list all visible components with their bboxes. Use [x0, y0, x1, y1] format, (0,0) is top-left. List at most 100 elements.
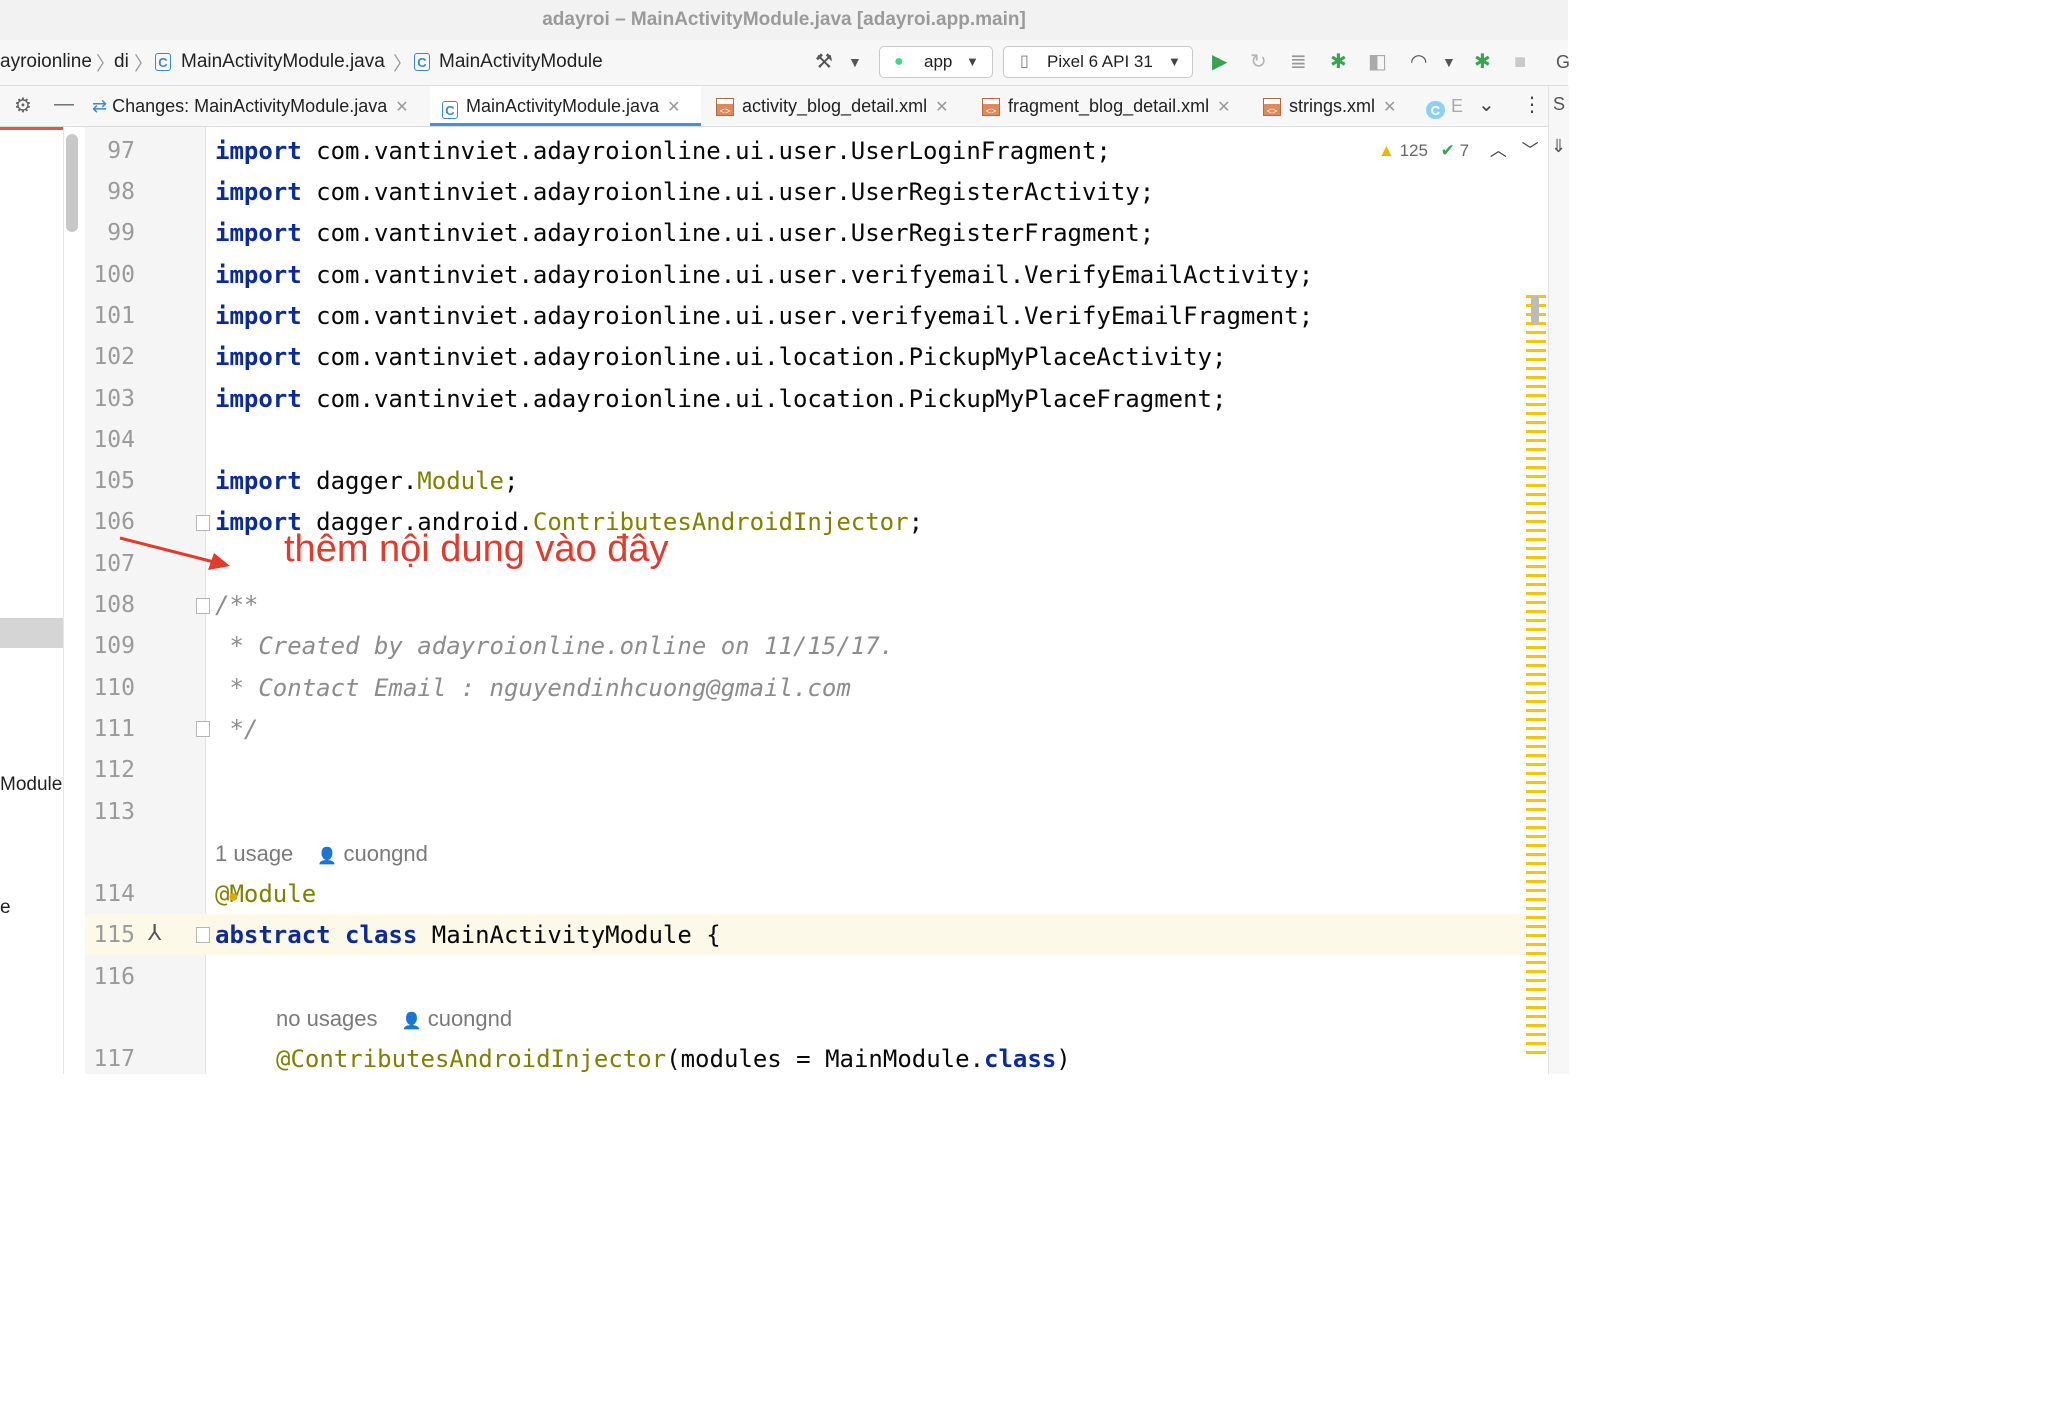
- close-icon[interactable]: ✕: [667, 99, 680, 116]
- side-tool-s-icon[interactable]: S: [1553, 94, 1565, 115]
- attach-debugger-icon[interactable]: ◧: [1368, 51, 1387, 73]
- fold-marker[interactable]: [196, 927, 210, 943]
- chevron-down-icon: ▼: [1168, 54, 1181, 69]
- chevron-down-icon[interactable]: ▼: [848, 51, 862, 73]
- more-options-icon[interactable]: ⋮: [1522, 94, 1542, 116]
- comment-line[interactable]: * Created by adayroionline.online on 11/…: [215, 632, 894, 660]
- keyword: import: [215, 261, 302, 289]
- code-line[interactable]: @ContributesAndroidInjector(modules = Ma…: [276, 1045, 1071, 1073]
- user-icon: 👤: [317, 848, 338, 865]
- tree-item-module[interactable]: Module: [0, 774, 62, 796]
- window-title: adayroi – MainActivityModule.java [adayr…: [0, 0, 1568, 40]
- comment-line[interactable]: * Contact Email : nguyendinhcuong@gmail.…: [215, 674, 850, 702]
- code-text: ;: [908, 508, 924, 536]
- editor-scroll-thumb[interactable]: [1531, 295, 1539, 325]
- project-panel-scrollbar[interactable]: [66, 134, 78, 232]
- profile-icon[interactable]: ◠: [1410, 51, 1427, 73]
- tree-item-partial[interactable]: e: [0, 897, 11, 919]
- close-icon[interactable]: ✕: [935, 99, 948, 116]
- inspection-widget[interactable]: ▲ 125 ✔ 7 ︿ ﹀: [1378, 136, 1539, 161]
- tab-list-chevron-icon[interactable]: ⌄: [1478, 94, 1495, 116]
- collapse-icon[interactable]: —: [54, 93, 74, 115]
- class-icon: C: [414, 53, 430, 71]
- close-icon[interactable]: ✕: [395, 99, 408, 116]
- apply-changes-icon[interactable]: ↻: [1250, 51, 1267, 73]
- breadcrumb-project[interactable]: ayroionline: [0, 51, 92, 73]
- comment-line[interactable]: */: [215, 715, 258, 743]
- build-hammer-icon[interactable]: ⚒: [815, 51, 833, 73]
- debug-icon[interactable]: ✱: [1330, 51, 1347, 73]
- usage-hint[interactable]: 1 usage 👤 cuongnd: [215, 841, 428, 867]
- code-line[interactable]: import com.vantinviet.adayroionline.ui.u…: [215, 302, 1313, 330]
- apply-code-changes-icon[interactable]: ≣: [1290, 51, 1307, 73]
- user-icon: 👤: [401, 1013, 422, 1030]
- breadcrumb-file[interactable]: MainActivityModule.java: [181, 51, 385, 73]
- xml-icon: <>: [1263, 98, 1281, 117]
- tab-activity-blog-detail[interactable]: <> activity_blog_detail.xml ✕: [716, 86, 949, 126]
- close-icon[interactable]: ✕: [1217, 99, 1230, 116]
- code-text: (modules = MainModule.: [666, 1045, 985, 1073]
- tab-label: activity_blog_detail.xml: [742, 96, 928, 116]
- breadcrumb-separator: 〉: [393, 54, 413, 75]
- close-icon[interactable]: ✕: [1383, 99, 1396, 116]
- line-number: 117: [93, 1046, 135, 1072]
- debug-process-icon[interactable]: ✱: [1474, 51, 1491, 73]
- breadcrumb-package[interactable]: di: [114, 51, 129, 73]
- code-line[interactable]: import com.vantinviet.adayroionline.ui.l…: [215, 385, 1226, 413]
- author-name: cuongnd: [427, 1006, 513, 1031]
- previous-highlight-icon[interactable]: ︿: [1490, 141, 1507, 160]
- tab-label: strings.xml: [1289, 96, 1376, 116]
- run-config-select[interactable]: ● app ▼: [879, 46, 993, 78]
- stop-icon[interactable]: ■: [1514, 51, 1526, 73]
- line-number: 100: [93, 262, 135, 288]
- code-text: com.vantinviet.adayroionline.ui.user.Use…: [301, 178, 1155, 206]
- code-line[interactable]: import com.vantinviet.adayroionline.ui.l…: [215, 343, 1226, 371]
- hierarchy-icon[interactable]: ⅄: [148, 920, 161, 946]
- line-number: 109: [93, 633, 135, 659]
- annotation-arrow-icon: [119, 536, 230, 570]
- gear-icon[interactable]: ⚙: [14, 95, 32, 117]
- tab-label: E: [1451, 96, 1464, 116]
- tab-label: MainActivityModule.java: [466, 96, 660, 116]
- code-line[interactable]: import com.vantinviet.adayroionline.ui.u…: [215, 137, 1111, 165]
- right-tool-strip: S ⇓: [1548, 86, 1569, 1074]
- warning-icon: ▲: [1378, 141, 1395, 160]
- tab-partial[interactable]: CE: [1426, 86, 1463, 126]
- code-line[interactable]: import com.vantinviet.adayroionline.ui.u…: [215, 178, 1154, 206]
- project-panel: Module e: [0, 127, 64, 1074]
- line-number: 101: [93, 303, 135, 329]
- fold-marker[interactable]: [196, 598, 210, 614]
- checkmark-icon: ✔: [1440, 141, 1455, 160]
- keyword: import: [215, 219, 302, 247]
- line-number: 111: [93, 716, 135, 742]
- tab-fragment-blog-detail[interactable]: <> fragment_blog_detail.xml ✕: [982, 86, 1231, 126]
- fold-marker[interactable]: [196, 721, 210, 737]
- next-highlight-icon[interactable]: ﹀: [1522, 141, 1539, 160]
- lightbulb-icon[interactable]: ●: [228, 886, 239, 907]
- download-icon[interactable]: ⇓: [1551, 136, 1566, 157]
- device-select[interactable]: ▯ Pixel 6 API 31 ▼: [1003, 46, 1193, 78]
- run-icon[interactable]: ▶: [1212, 51, 1227, 73]
- selected-row[interactable]: [0, 618, 63, 648]
- keyword: import: [215, 467, 302, 495]
- warning-count: 125: [1399, 141, 1428, 160]
- breadcrumb-separator: 〉: [134, 54, 154, 75]
- comment-line[interactable]: /**: [215, 591, 258, 619]
- ok-count: 7: [1459, 141, 1470, 160]
- error-stripe-markers[interactable]: [1526, 295, 1546, 1060]
- tab-main-activity-module[interactable]: C MainActivityModule.java ✕: [430, 86, 701, 126]
- breadcrumb-class[interactable]: MainActivityModule: [439, 51, 603, 73]
- code-line[interactable]: import com.vantinviet.adayroionline.ui.u…: [215, 261, 1313, 289]
- xml-icon: <>: [982, 98, 1000, 117]
- chevron-down-icon[interactable]: ▼: [1442, 51, 1456, 73]
- more-toolbar-icon[interactable]: G: [1556, 51, 1570, 73]
- tab-changes[interactable]: ⇄ Changes: MainActivityModule.java ✕: [92, 86, 409, 126]
- annotation-ref: Module: [417, 467, 504, 495]
- tab-strings[interactable]: <> strings.xml ✕: [1263, 86, 1396, 126]
- code-line[interactable]: import com.vantinviet.adayroionline.ui.u…: [215, 219, 1154, 247]
- tab-label: Changes: MainActivityModule.java: [112, 96, 388, 116]
- code-line[interactable]: import dagger.Module;: [215, 467, 518, 495]
- code-line[interactable]: abstract class MainActivityModule {: [215, 921, 721, 949]
- usage-hint[interactable]: no usages 👤 cuongnd: [276, 1006, 512, 1032]
- device-icon: ▯: [1020, 53, 1029, 70]
